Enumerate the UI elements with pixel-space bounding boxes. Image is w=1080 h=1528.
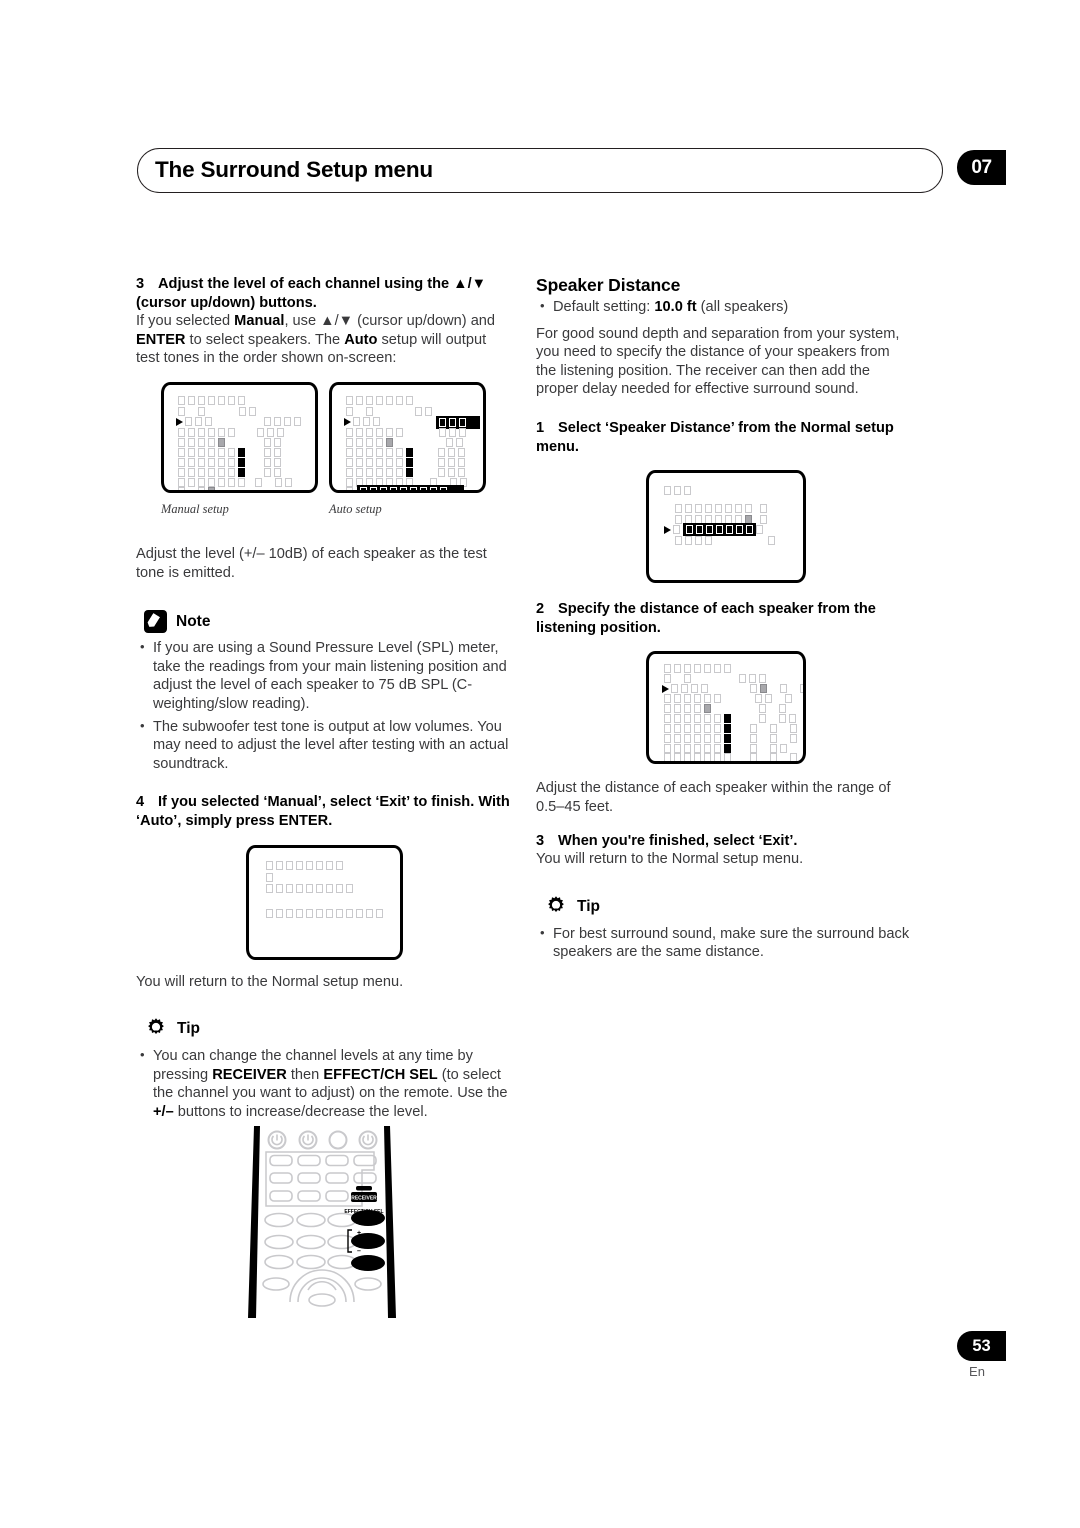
step3-body-2: , use ▲/▼ (cursor up/down) and	[284, 313, 496, 330]
remote-minus-label: –	[357, 1248, 361, 1255]
remote-plus-label: +	[357, 1230, 361, 1237]
r-step-1-text: Select ‘Speaker Distance’ from the Norma…	[536, 419, 894, 455]
note-callout: Note If you are using a Sound Pressure L…	[136, 610, 513, 773]
step-4-number: 4	[136, 794, 145, 811]
default-setting-item: Default setting: 10.0 ft (all speakers)	[536, 297, 913, 317]
tip-text-4: buttons to increase/decrease the level.	[173, 1103, 428, 1120]
step3-body-1: If you selected	[136, 313, 235, 330]
step-3-heading: 3 Adjust the level of each channel using …	[136, 275, 513, 312]
r-step-3-text: When you're finished, select ‘Exit’.	[558, 832, 798, 849]
osd-screen-manual-inner	[167, 387, 312, 490]
r-step-3-body: You will return to the Normal setup menu…	[536, 851, 804, 868]
step-3-body: If you selected Manual, use ▲/▼ (cursor …	[136, 312, 513, 368]
tip-header-right: Tip	[544, 895, 913, 919]
osd-screen-distances	[646, 651, 806, 765]
note-list: If you are using a Sound Pressure Level …	[136, 638, 513, 774]
right-column: Speaker Distance Default setting: 10.0 f…	[536, 275, 913, 966]
osd-screen-exit	[246, 844, 403, 960]
note-header: Note	[144, 610, 513, 634]
remote-left-edge	[248, 1126, 260, 1318]
r-step-2-text: Specify the distance of each speaker fro…	[536, 601, 876, 636]
r-step-3-number: 3	[536, 832, 545, 849]
osd-screen-select-wrap	[536, 470, 913, 598]
speaker-distance-intro: For good sound depth and separation from…	[536, 325, 900, 398]
r-step-1-heading: 1 Select ‘Speaker Distance’ from the Norm…	[536, 419, 913, 456]
step3-bold-enter: ENTER	[136, 331, 186, 348]
tip-label-right: Tip	[577, 897, 600, 915]
default-setting-value: 10.0 ft	[654, 299, 697, 315]
osd-auto-caption: Auto setup	[329, 501, 382, 516]
osd-selection-bar	[683, 523, 763, 537]
step-3-text: Adjust the level of each channel using t…	[136, 276, 487, 311]
lightbulb-tip-icon	[144, 1017, 168, 1041]
r-step-2-heading: 2 Specify the distance of each speaker fr…	[536, 600, 913, 637]
step3-body-3: to select speakers. The	[185, 331, 345, 348]
svg-text:RECEIVER: RECEIVER	[351, 1196, 377, 1202]
list-item: You can change the channel levels at any…	[136, 1046, 513, 1121]
section-title-speaker-distance: Speaker Distance	[536, 275, 681, 295]
remote-control-illustration: RECEIVER EFFECT/CH SEL + –	[246, 1122, 398, 1322]
page-number-badge: 53	[957, 1331, 1006, 1361]
step3-bold-auto: Auto	[344, 331, 378, 348]
list-item: The subwoofer test tone is output at low…	[136, 717, 513, 774]
osd-screen-distances-inner	[652, 657, 803, 762]
osd-manual-caption: Manual setup	[161, 501, 229, 516]
osd-screen-select-inner	[652, 476, 800, 578]
osd-screen-pair: Manual setup Auto setup	[136, 381, 513, 532]
osd-progress-bar	[357, 484, 464, 490]
tip-callout-left: Tip You can change the channel levels at…	[136, 1017, 513, 1121]
r-step-2-after-text: Adjust the distance of each speaker with…	[536, 780, 891, 815]
step-4-text: If you selected ‘Manual’, select ‘Exit’ …	[136, 794, 510, 829]
remote-receiver-indicator	[356, 1186, 372, 1191]
note-label: Note	[176, 612, 211, 630]
osd-screen-auto	[329, 381, 486, 493]
tip-bold-receiver: RECEIVER	[212, 1066, 287, 1083]
tip-bold-effect: EFFECT/CH SEL	[323, 1066, 438, 1083]
page-header: The Surround Setup menu	[137, 148, 943, 193]
page-title: The Surround Setup menu	[155, 157, 433, 182]
osd-screen-manual	[161, 381, 318, 493]
osd-screen-exit-wrap	[136, 844, 513, 973]
osd-screen-auto-inner	[335, 387, 480, 490]
r-step-2-number: 2	[536, 601, 545, 618]
left-column: 3 Adjust the level of each channel using …	[136, 275, 513, 1125]
tip-label-left: Tip	[177, 1020, 200, 1038]
tip-header-left: Tip	[144, 1017, 513, 1041]
r-step-1-number: 1	[536, 419, 545, 436]
osd-screen-exit-inner	[252, 850, 397, 954]
osd-cursor-icon	[176, 417, 183, 426]
list-item: If you are using a Sound Pressure Level …	[136, 638, 513, 713]
tip-bold-plusminus: +/–	[153, 1103, 174, 1120]
pencil-note-icon	[144, 610, 167, 634]
default-setting-list: Default setting: 10.0 ft (all speakers)	[536, 297, 913, 317]
osd-cursor-icon	[664, 526, 671, 535]
step-4-heading: 4 If you selected ‘Manual’, select ‘Exit’…	[136, 793, 513, 830]
remote-effect-ch-sel-button	[351, 1210, 385, 1226]
remote-extra-button	[351, 1255, 385, 1271]
r-step-3-heading: 3 When you're finished, select ‘Exit’.	[536, 832, 913, 851]
tip-list-left: You can change the channel levels at any…	[136, 1046, 513, 1121]
list-item: For best surround sound, make sure the s…	[536, 924, 913, 962]
default-setting-prefix: Default setting:	[553, 299, 655, 315]
chapter-badge: 07	[957, 150, 1006, 185]
osd-cursor-icon	[662, 685, 669, 694]
lightbulb-tip-icon	[544, 895, 568, 919]
step-3-after-text: Adjust the level (+/– 10dB) of each spea…	[136, 545, 487, 581]
tip-list-right: For best surround sound, make sure the s…	[536, 924, 913, 962]
remote-right-edge	[384, 1126, 396, 1318]
tip-callout-right: Tip For best surround sound, make sure t…	[536, 895, 913, 962]
step-3-number: 3	[136, 276, 145, 292]
osd-cursor-icon	[344, 417, 351, 426]
remote-cursor-pad	[289, 1269, 355, 1307]
step3-bold-manual: Manual	[234, 313, 285, 330]
osd-screen-select-distance	[646, 470, 806, 584]
osd-screen-distances-wrap	[536, 651, 913, 779]
page-language-label: En	[969, 1364, 985, 1379]
tip-text-2: then	[286, 1066, 324, 1083]
default-setting-suffix: (all speakers)	[696, 299, 789, 315]
step-4-after-text: You will return to the Normal setup menu…	[136, 973, 404, 990]
